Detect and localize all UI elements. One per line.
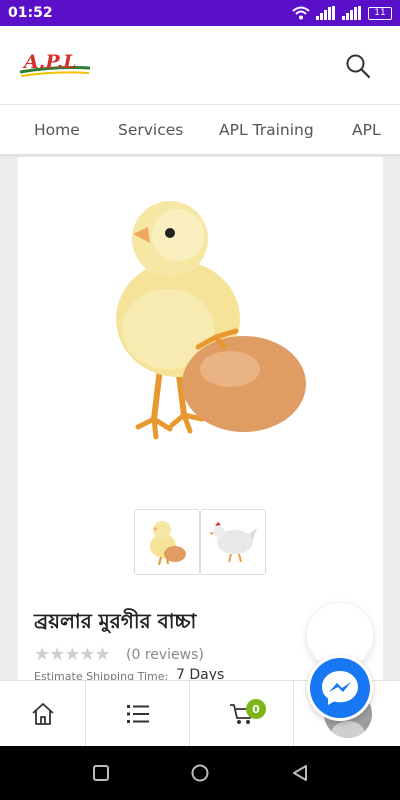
- nav-item-apl[interactable]: APL: [352, 121, 381, 139]
- thumbnail-hen[interactable]: [200, 509, 266, 575]
- rating-stars: ★★★★★: [34, 644, 111, 665]
- nav-item-home[interactable]: Home: [34, 121, 80, 139]
- android-nav-bar: [0, 746, 400, 800]
- messenger-icon: [310, 658, 370, 718]
- recents-icon[interactable]: [91, 763, 111, 783]
- home-icon: [31, 703, 54, 725]
- nav-item-apl-training[interactable]: APL Training: [219, 121, 314, 139]
- apl-logo[interactable]: A.P.L: [18, 46, 92, 86]
- home-button-icon[interactable]: [190, 763, 210, 783]
- messenger-chat-button[interactable]: [307, 655, 373, 721]
- signal-icon: [316, 6, 335, 20]
- status-bar: 01:52 11: [0, 0, 400, 26]
- bottom-nav-home[interactable]: [0, 681, 86, 747]
- svg-text:A.P.L: A.P.L: [22, 51, 76, 73]
- app-header: A.P.L: [0, 26, 400, 105]
- chick-thumbnail-image: [150, 521, 186, 566]
- category-nav: Home Services APL Training APL: [0, 105, 400, 155]
- back-icon[interactable]: [290, 763, 310, 783]
- product-image-chick-egg[interactable]: [98, 179, 308, 449]
- status-time: 01:52: [8, 5, 53, 21]
- reviews-link[interactable]: (0 reviews): [126, 647, 204, 663]
- signal-icon-2: [342, 6, 361, 20]
- bottom-nav-categories[interactable]: [86, 681, 190, 747]
- hen-thumbnail-image: [209, 522, 257, 563]
- wifi-icon: [292, 6, 310, 20]
- product-card: ব্রয়লার মুরগীর বাচ্চা ★★★★★ (0 reviews)…: [18, 157, 383, 683]
- thumbnail-chick[interactable]: [134, 509, 200, 575]
- bottom-nav-cart[interactable]: 0: [190, 681, 294, 747]
- nav-item-services[interactable]: Services: [118, 121, 183, 139]
- cart-count-badge: 0: [246, 699, 266, 719]
- status-icons: 11: [292, 6, 392, 20]
- list-icon: [126, 705, 149, 723]
- search-icon[interactable]: [343, 51, 373, 81]
- battery-icon: 11: [368, 6, 392, 20]
- product-title: ব্রয়লার মুরগীর বাচ্চা: [34, 609, 197, 633]
